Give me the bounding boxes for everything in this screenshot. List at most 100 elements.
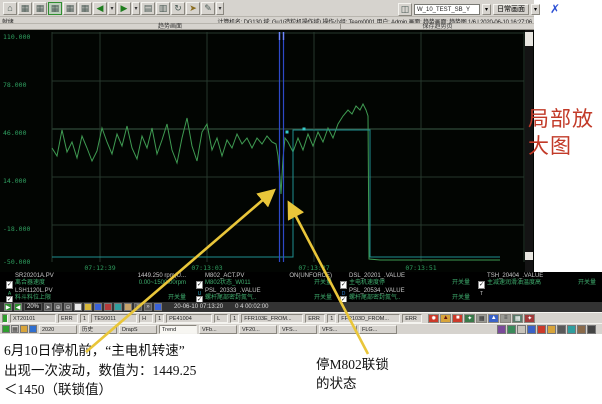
back-dropdown-icon[interactable]: ▾ (108, 1, 116, 15)
system-tray (497, 324, 596, 334)
alarm-tag[interactable]: TE50011 (91, 313, 138, 323)
tray-icon[interactable] (527, 324, 536, 334)
page-dropdown-icon[interactable]: ▾ (531, 3, 540, 15)
list-icon[interactable]: ≡ (134, 303, 143, 311)
tray-icon[interactable] (557, 324, 566, 334)
tray-icon[interactable] (517, 324, 526, 334)
message-icon[interactable]: ≡ (500, 313, 512, 323)
alarm-state[interactable]: ERR (305, 313, 326, 323)
event-icon[interactable]: ✦ (464, 313, 476, 323)
alarm-ack-icon[interactable]: ■ (452, 313, 464, 323)
combo-dropdown-icon[interactable]: ▾ (482, 3, 491, 15)
annotation-line: 6月10日停机前，“主电机转速” (4, 343, 185, 358)
alarm-priority-icon[interactable]: 1 (230, 313, 240, 323)
pen-teal-icon[interactable] (114, 303, 123, 311)
alarm-tag[interactable]: PE41004 (166, 313, 213, 323)
pointer-icon[interactable]: ➤ (186, 1, 200, 15)
taskbar-window-button-trend[interactable]: Trend (159, 324, 197, 334)
pen-red-icon[interactable] (104, 303, 113, 311)
display-icon[interactable]: ▦ (476, 313, 488, 323)
alarm-state[interactable]: ERR (402, 313, 423, 323)
pan-icon[interactable]: ➤ (44, 303, 53, 311)
page-icon[interactable]: ▤ (141, 1, 155, 15)
alarm-tag[interactable]: FFR103E_FROM... (241, 313, 304, 323)
trace-SR20201A.PV (51, 102, 500, 261)
range-icon[interactable] (154, 303, 163, 311)
start-icon[interactable] (2, 325, 10, 333)
trend-chart[interactable]: 110.000 78.000 46.000 14.000 -18.000 -50.000 0… (0, 30, 534, 272)
trend-plot[interactable]: 110.000 78.000 46.000 14.000 -18.000 -50.000 0… (0, 30, 534, 272)
alarm-state[interactable]: ERR (58, 313, 78, 323)
display-combo-input[interactable]: W_10_TEST_SB_Y (414, 3, 480, 15)
tray-icon[interactable] (507, 324, 516, 334)
display-icon[interactable]: ▦ (78, 1, 92, 15)
taskbar-window-button[interactable]: VF20... (239, 324, 277, 334)
zoom-level[interactable]: 20% (24, 303, 43, 311)
alarm-bar: XT20101 ERR 1 TE50011 H 1 PE41004 L 1 FFR103E_FRO… (0, 312, 602, 323)
page-icon[interactable]: ▥ (156, 1, 170, 15)
display-icon[interactable]: ▦ (33, 1, 47, 15)
alarm-tag[interactable]: FFR103D_FROM... (338, 313, 401, 323)
legend-tag: PSL_20333_.VALUE (205, 288, 261, 294)
alert-icon[interactable]: ▲ (440, 313, 452, 323)
taskbar-window-button[interactable]: 2020 (39, 324, 77, 334)
tray-icon[interactable] (547, 324, 556, 334)
alarm-tag[interactable]: XT20101 (10, 313, 56, 323)
alarm-state[interactable]: H (139, 313, 154, 323)
trend-view-icon[interactable]: ▦ (48, 1, 62, 15)
alarm-summary-icon[interactable]: ✹ (428, 313, 440, 323)
alarm-priority-icon[interactable]: 1 (80, 313, 90, 323)
taskbar-window-button[interactable]: VFb... (199, 324, 237, 334)
tray-icon[interactable] (587, 324, 596, 334)
back-icon[interactable]: ◀ (93, 1, 107, 15)
zoom-in-icon[interactable]: ⊕ (54, 303, 63, 311)
forward-dropdown-icon[interactable]: ▾ (132, 1, 140, 15)
tray-icon[interactable] (537, 324, 546, 334)
quicklaunch-icon[interactable] (29, 325, 37, 333)
quicklaunch-icon[interactable] (20, 325, 28, 333)
alarm-state[interactable]: L (214, 313, 229, 323)
legend-desc: 离合器速度 (15, 280, 46, 286)
trend-datetime: 20-06-10 07:13:20 (174, 304, 224, 310)
quicklaunch-icon[interactable]: ▦ (11, 325, 19, 333)
chart-select-icon[interactable]: ◫ (398, 2, 412, 16)
app-logo-icon[interactable]: ✗ (550, 2, 560, 16)
alarm-priority-icon[interactable]: 1 (327, 313, 337, 323)
expand-icon[interactable]: » (144, 303, 153, 311)
scrollbar-thumb[interactable] (525, 32, 533, 46)
rewind-icon[interactable]: ◀ (14, 303, 22, 311)
display-icon[interactable]: ▦ (18, 1, 32, 15)
home-icon[interactable]: ⌂ (3, 1, 17, 15)
tray-icon[interactable] (497, 324, 506, 334)
play-icon[interactable]: ▶ (4, 303, 12, 311)
alarm-priority-icon[interactable]: 1 (155, 313, 165, 323)
pen-white-icon[interactable] (74, 303, 83, 311)
daily-display-button[interactable]: 日常画面 (493, 3, 529, 15)
tray-icon[interactable] (577, 324, 586, 334)
pen-yellow-icon[interactable] (84, 303, 93, 311)
svg-text:-50.000: -50.000 (3, 258, 30, 266)
tray-icon[interactable] (567, 324, 576, 334)
status-ready: 就绪 (2, 20, 14, 24)
pen-blue-icon[interactable] (94, 303, 103, 311)
taskbar-window-button[interactable]: DrapS (119, 324, 157, 334)
pen-tan-icon[interactable] (124, 303, 133, 311)
scrollbar-arrow[interactable] (525, 252, 533, 260)
help-icon[interactable]: ✦ (524, 313, 536, 323)
trend-icon[interactable]: ▲ (488, 313, 500, 323)
station-icon[interactable]: ▦ (512, 313, 524, 323)
svg-text:46.000: 46.000 (3, 129, 27, 137)
legend-desc: 料斗料位上限 (15, 295, 52, 301)
taskbar-window-button[interactable]: FLG... (359, 324, 397, 334)
tools-icon[interactable]: ✎ (201, 1, 215, 15)
refresh-icon[interactable]: ↻ (171, 1, 185, 15)
taskbar-window-button[interactable]: VFS... (279, 324, 317, 334)
zoom-out-icon[interactable]: ⊖ (64, 303, 73, 311)
forward-icon[interactable]: ▶ (117, 1, 131, 15)
taskbar-window-button[interactable]: VFS... (319, 324, 357, 334)
taskbar-window-button[interactable]: 历史 (79, 324, 117, 334)
legend-unit: 开关量 (313, 295, 332, 301)
legend-checkbox[interactable]: ✓ (478, 281, 486, 289)
display-icon[interactable]: ▦ (63, 1, 77, 15)
tools-dropdown-icon[interactable]: ▾ (216, 1, 224, 15)
